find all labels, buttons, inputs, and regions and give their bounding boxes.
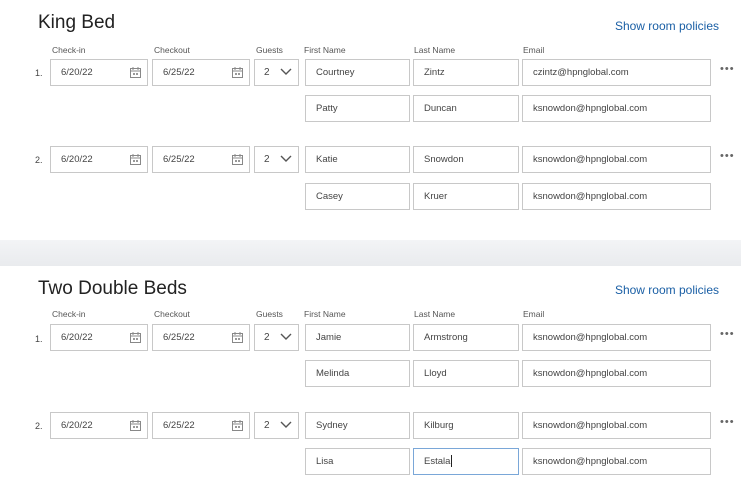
section-title: King Bed: [38, 12, 116, 33]
first-name-input[interactable]: Katie: [305, 146, 410, 173]
checkin-value: 6/20/22: [61, 332, 93, 343]
last-name-input[interactable]: Armstrong: [413, 324, 519, 351]
room-number: 2.: [35, 421, 43, 431]
calendar-icon[interactable]: [130, 420, 141, 431]
guests-select[interactable]: 2: [254, 59, 299, 86]
checkin-header: Check-in: [52, 45, 86, 55]
room-section-two-double-beds: Two Double Beds Show room policies Check…: [0, 266, 741, 499]
last-name-header: Last Name: [414, 309, 456, 319]
calendar-icon[interactable]: [232, 420, 243, 431]
last-name-input[interactable]: Snowdon: [413, 146, 519, 173]
email-input[interactable]: ksnowdon@hpnglobal.com: [522, 146, 711, 173]
guests-value: 2: [264, 332, 270, 343]
first-name-input[interactable]: Patty: [305, 95, 410, 122]
section-divider: [0, 240, 741, 266]
last-name-header: Last Name: [414, 45, 456, 55]
last-name-input[interactable]: Zintz: [413, 59, 519, 86]
email-input[interactable]: ksnowdon@hpnglobal.com: [522, 95, 711, 122]
first-name-input[interactable]: Courtney: [305, 59, 410, 86]
checkin-date-input[interactable]: 6/20/22: [50, 412, 148, 439]
chevron-down-icon: [280, 333, 292, 340]
last-name-input[interactable]: Lloyd: [413, 360, 519, 387]
email-input[interactable]: ksnowdon@hpnglobal.com: [522, 448, 711, 475]
first-name-input[interactable]: Sydney: [305, 412, 410, 439]
checkout-value: 6/25/22: [163, 67, 195, 78]
checkout-date-input[interactable]: 6/25/22: [152, 146, 250, 173]
checkout-header: Checkout: [154, 309, 190, 319]
checkin-date-input[interactable]: 6/20/22: [50, 59, 148, 86]
checkout-date-input[interactable]: 6/25/22: [152, 412, 250, 439]
checkout-value: 6/25/22: [163, 154, 195, 165]
calendar-icon[interactable]: [232, 332, 243, 343]
room-number: 1.: [35, 334, 43, 344]
checkin-value: 6/20/22: [61, 154, 93, 165]
first-name-input[interactable]: Casey: [305, 183, 410, 210]
first-name-input[interactable]: Melinda: [305, 360, 410, 387]
guests-header: Guests: [256, 309, 283, 319]
last-name-input[interactable]: Kruer: [413, 183, 519, 210]
show-room-policies-link[interactable]: Show room policies: [615, 283, 719, 297]
chevron-down-icon: [280, 155, 292, 162]
calendar-icon[interactable]: [232, 154, 243, 165]
checkin-header: Check-in: [52, 309, 86, 319]
guests-header: Guests: [256, 45, 283, 55]
first-name-header: First Name: [304, 309, 346, 319]
calendar-icon[interactable]: [232, 67, 243, 78]
checkin-date-input[interactable]: 6/20/22: [50, 146, 148, 173]
email-header: Email: [523, 309, 545, 319]
chevron-down-icon: [280, 421, 292, 428]
checkout-date-input[interactable]: 6/25/22: [152, 324, 250, 351]
room-section-king-bed: King Bed Show room policies Check-in Che…: [0, 0, 741, 240]
room-number: 1.: [35, 68, 43, 78]
checkout-value: 6/25/22: [163, 332, 195, 343]
last-name-input[interactable]: Duncan: [413, 95, 519, 122]
checkin-value: 6/20/22: [61, 67, 93, 78]
calendar-icon[interactable]: [130, 332, 141, 343]
show-room-policies-link[interactable]: Show room policies: [615, 19, 719, 33]
checkout-header: Checkout: [154, 45, 190, 55]
more-options-icon[interactable]: •••: [720, 328, 735, 340]
first-name-input[interactable]: Jamie: [305, 324, 410, 351]
guests-value: 2: [264, 154, 270, 165]
last-name-input[interactable]: Estala: [413, 448, 519, 475]
room-number: 2.: [35, 155, 43, 165]
first-name-header: First Name: [304, 45, 346, 55]
guests-value: 2: [264, 420, 270, 431]
last-name-value: Estala: [424, 456, 451, 467]
section-title: Two Double Beds: [38, 278, 187, 299]
email-input[interactable]: ksnowdon@hpnglobal.com: [522, 412, 711, 439]
email-input[interactable]: ksnowdon@hpnglobal.com: [522, 324, 711, 351]
calendar-icon[interactable]: [130, 67, 141, 78]
email-input[interactable]: ksnowdon@hpnglobal.com: [522, 360, 711, 387]
more-options-icon[interactable]: •••: [720, 63, 735, 75]
text-cursor: [451, 455, 453, 468]
email-input[interactable]: czintz@hpnglobal.com: [522, 59, 711, 86]
guests-select[interactable]: 2: [254, 324, 299, 351]
more-options-icon[interactable]: •••: [720, 416, 735, 428]
more-options-icon[interactable]: •••: [720, 150, 735, 162]
guests-select[interactable]: 2: [254, 146, 299, 173]
checkout-date-input[interactable]: 6/25/22: [152, 59, 250, 86]
last-name-input[interactable]: Kilburg: [413, 412, 519, 439]
email-header: Email: [523, 45, 545, 55]
first-name-input[interactable]: Lisa: [305, 448, 410, 475]
email-input[interactable]: ksnowdon@hpnglobal.com: [522, 183, 711, 210]
guests-value: 2: [264, 67, 270, 78]
checkin-value: 6/20/22: [61, 420, 93, 431]
chevron-down-icon: [280, 68, 292, 75]
checkout-value: 6/25/22: [163, 420, 195, 431]
calendar-icon[interactable]: [130, 154, 141, 165]
guests-select[interactable]: 2: [254, 412, 299, 439]
checkin-date-input[interactable]: 6/20/22: [50, 324, 148, 351]
